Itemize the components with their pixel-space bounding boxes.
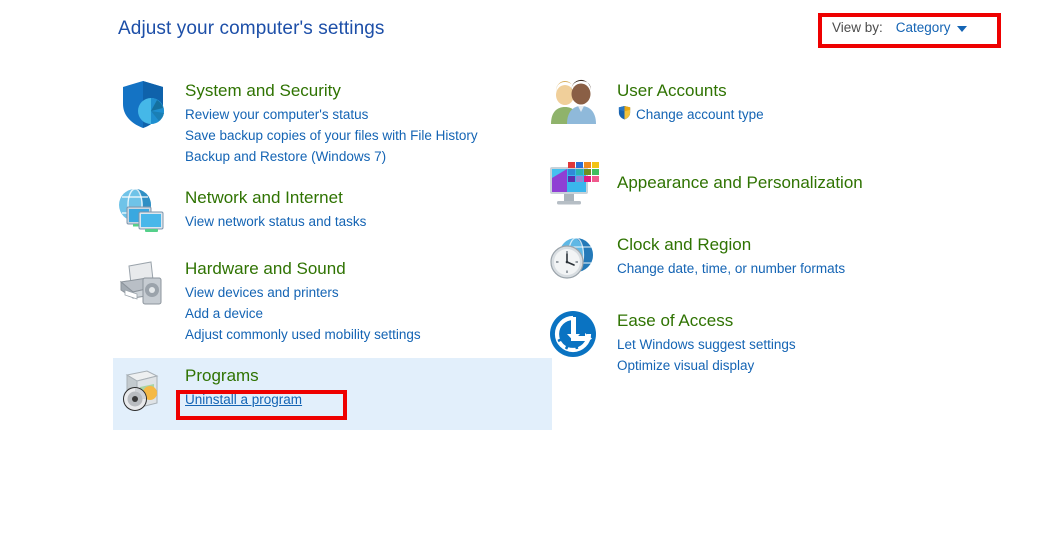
- category-body: Ease of Access Let Windows suggest setti…: [617, 308, 796, 376]
- category-title[interactable]: Network and Internet: [185, 187, 366, 209]
- view-by-label: View by:: [832, 20, 883, 35]
- shield-icon: [113, 78, 173, 134]
- category-hardware-and-sound[interactable]: Hardware and Sound View devices and prin…: [113, 256, 558, 345]
- clock-globe-icon: [545, 232, 605, 288]
- category-body: User Accounts Change account type: [617, 78, 764, 125]
- link-view-network-status-and-tasks[interactable]: View network status and tasks: [185, 211, 366, 232]
- network-globe-icon: [113, 185, 173, 241]
- category-programs[interactable]: Programs Uninstall a program: [113, 363, 558, 419]
- category-user-accounts[interactable]: User Accounts Change account type: [545, 78, 1015, 134]
- category-body: Clock and Region Change date, time, or n…: [617, 232, 845, 279]
- uac-shield-icon: [617, 105, 632, 126]
- category-title[interactable]: System and Security: [185, 80, 478, 102]
- link-let-windows-suggest-settings[interactable]: Let Windows suggest settings: [617, 334, 796, 355]
- category-body: Programs Uninstall a program: [185, 363, 302, 410]
- category-body: Network and Internet View network status…: [185, 185, 366, 232]
- link-adjust-mobility-settings[interactable]: Adjust commonly used mobility settings: [185, 324, 421, 345]
- category-network-and-internet[interactable]: Network and Internet View network status…: [113, 185, 558, 241]
- uninstall-a-program-link[interactable]: Uninstall a program: [185, 389, 302, 410]
- category-title[interactable]: Programs: [185, 365, 302, 387]
- link-review-your-computers-status[interactable]: Review your computer's status: [185, 104, 368, 125]
- category-clock-and-region[interactable]: Clock and Region Change date, time, or n…: [545, 232, 1015, 288]
- link-backup-and-restore-windows-7[interactable]: Backup and Restore (Windows 7): [185, 146, 386, 167]
- view-by-control[interactable]: View by: Category: [832, 20, 967, 35]
- category-title[interactable]: Ease of Access: [617, 310, 796, 332]
- users-icon: [545, 78, 605, 134]
- link-label: Change account type: [636, 104, 764, 125]
- category-title[interactable]: User Accounts: [617, 80, 764, 102]
- link-change-date-time-number-formats[interactable]: Change date, time, or number formats: [617, 258, 845, 279]
- link-view-devices-and-printers[interactable]: View devices and printers: [185, 282, 339, 303]
- link-optimize-visual-display[interactable]: Optimize visual display: [617, 355, 754, 376]
- category-ease-of-access[interactable]: Ease of Access Let Windows suggest setti…: [545, 308, 1015, 376]
- printer-icon: [113, 256, 173, 312]
- link-add-a-device[interactable]: Add a device: [185, 303, 263, 324]
- category-system-and-security[interactable]: System and Security Review your computer…: [113, 78, 558, 167]
- category-body: System and Security Review your computer…: [185, 78, 478, 167]
- chevron-down-icon[interactable]: [957, 26, 967, 32]
- link-save-backup-copies-file-history[interactable]: Save backup copies of your files with Fi…: [185, 125, 478, 146]
- category-column-right: User Accounts Change account type: [545, 78, 1015, 376]
- category-body: Hardware and Sound View devices and prin…: [185, 256, 421, 345]
- category-title[interactable]: Clock and Region: [617, 234, 845, 256]
- link-change-account-type[interactable]: Change account type: [617, 104, 764, 125]
- monitor-palette-icon: [545, 156, 605, 212]
- page-title: Adjust your computer's settings: [118, 18, 385, 40]
- category-title[interactable]: Appearance and Personalization: [617, 172, 863, 194]
- view-by-value[interactable]: Category: [896, 20, 951, 35]
- category-appearance-and-personalization[interactable]: Appearance and Personalization: [545, 156, 1015, 212]
- programs-box-icon: [113, 363, 173, 419]
- category-column-left: System and Security Review your computer…: [113, 78, 558, 419]
- category-body: Appearance and Personalization: [617, 156, 863, 196]
- ease-of-access-icon: [545, 308, 605, 364]
- category-title[interactable]: Hardware and Sound: [185, 258, 421, 280]
